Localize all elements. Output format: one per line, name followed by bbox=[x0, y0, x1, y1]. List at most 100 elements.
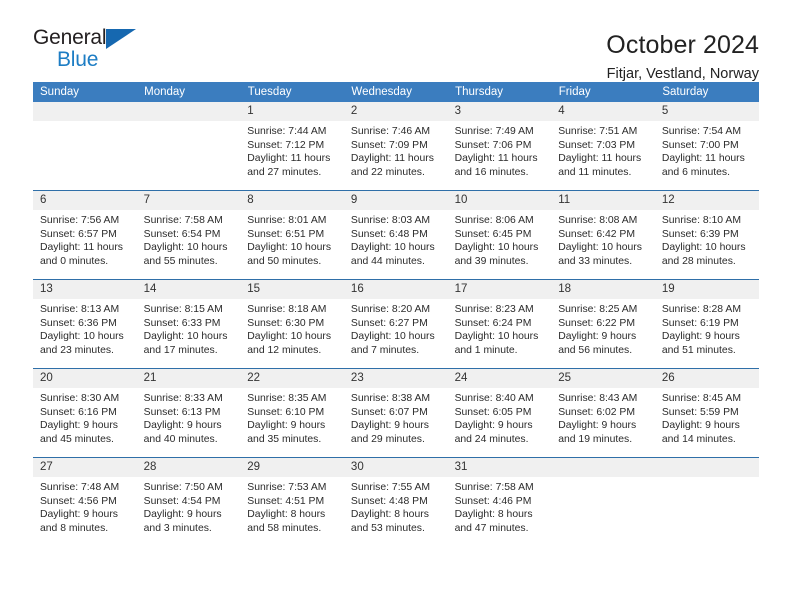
logo[interactable]: General Blue bbox=[33, 27, 153, 74]
day-number: 3 bbox=[447, 102, 552, 121]
daylight-text-line1: Daylight: 9 hours bbox=[143, 420, 222, 432]
sunrise-text: Sunrise: 8:15 AM bbox=[143, 304, 223, 315]
calendar-day-cell[interactable]: 8 Sunrise: 8:01 AM Sunset: 6:51 PM Daylight… bbox=[240, 190, 344, 280]
daylight-text-line2: and 58 minutes. bbox=[247, 522, 322, 534]
daylight-text-line1: Daylight: 9 hours bbox=[454, 420, 533, 432]
calendar-day-cell[interactable]: 24 Sunrise: 8:40 AM Sunset: 6:05 PM Dayligh… bbox=[447, 368, 552, 458]
calendar-day-cell[interactable]: 3 Sunrise: 7:49 AM Sunset: 7:06 PM Daylight… bbox=[447, 102, 552, 191]
day-number: 17 bbox=[447, 280, 552, 299]
daylight-text-line1: Daylight: 10 hours bbox=[454, 242, 539, 254]
page-subtitle: Fitjar, Vestland, Norway bbox=[606, 66, 759, 82]
calendar-day-cell[interactable]: 11 Sunrise: 8:08 AM Sunset: 6:42 PM Dayligh… bbox=[551, 190, 655, 280]
day-number bbox=[654, 458, 759, 477]
day-details: Sunrise: 8:08 AM Sunset: 6:42 PM Daylight:… bbox=[551, 210, 655, 268]
calendar-day-cell[interactable]: 25 Sunrise: 8:43 AM Sunset: 6:02 PM Dayligh… bbox=[551, 368, 655, 458]
day-details: Sunrise: 8:18 AM Sunset: 6:30 PM Daylight:… bbox=[240, 299, 344, 357]
day-number: 27 bbox=[33, 458, 137, 477]
daylight-text-line1: Daylight: 10 hours bbox=[143, 331, 228, 343]
sunset-text: Sunset: 6:39 PM bbox=[661, 228, 739, 240]
daylight-text-line1: Daylight: 8 hours bbox=[247, 509, 326, 521]
weekday-header-thursday: Thursday bbox=[447, 82, 552, 102]
calendar-day-cell[interactable]: 5 Sunrise: 7:54 AM Sunset: 7:00 PM Daylight… bbox=[654, 102, 759, 191]
sunrise-text: Sunrise: 8:23 AM bbox=[454, 304, 534, 315]
calendar-day-cell[interactable]: 17 Sunrise: 8:23 AM Sunset: 6:24 PM Dayligh… bbox=[447, 279, 552, 369]
calendar-header-row: Sunday Monday Tuesday Wednesday Thursday Frid… bbox=[33, 82, 759, 102]
day-number: 30 bbox=[343, 458, 448, 477]
day-number: 9 bbox=[343, 191, 448, 210]
weekday-header-saturday: Saturday bbox=[654, 82, 759, 102]
calendar-day-cell[interactable]: 10 Sunrise: 8:06 AM Sunset: 6:45 PM Dayligh… bbox=[447, 190, 552, 280]
calendar-day-cell[interactable]: 18 Sunrise: 8:25 AM Sunset: 6:22 PM Dayligh… bbox=[551, 279, 655, 369]
day-details: Sunrise: 8:30 AM Sunset: 6:16 PM Daylight:… bbox=[33, 388, 137, 446]
daylight-text-line1: Daylight: 11 hours bbox=[350, 153, 434, 165]
calendar-day-cell[interactable]: 30 Sunrise: 7:55 AM Sunset: 4:48 PM Dayligh… bbox=[343, 457, 448, 546]
day-details: Sunrise: 8:45 AM Sunset: 5:59 PM Daylight:… bbox=[655, 388, 759, 446]
calendar-day-cell[interactable]: 19 Sunrise: 8:28 AM Sunset: 6:19 PM Dayligh… bbox=[654, 279, 759, 369]
calendar-day-cell[interactable]: 31 Sunrise: 7:58 AM Sunset: 4:46 PM Dayligh… bbox=[447, 457, 552, 546]
day-number: 13 bbox=[33, 280, 137, 299]
calendar-day-cell[interactable]: 27 Sunrise: 7:48 AM Sunset: 4:56 PM Dayligh… bbox=[33, 457, 137, 546]
day-number: 2 bbox=[343, 102, 448, 121]
daylight-text-line2: and 3 minutes. bbox=[143, 522, 212, 534]
daylight-text-line2: and 24 minutes. bbox=[454, 433, 529, 445]
calendar-day-cell[interactable]: 20 Sunrise: 8:30 AM Sunset: 6:16 PM Dayligh… bbox=[33, 368, 137, 458]
daylight-text-line2: and 6 minutes. bbox=[661, 166, 731, 178]
daylight-text-line2: and 29 minutes. bbox=[350, 433, 425, 445]
sunset-text: Sunset: 4:51 PM bbox=[247, 495, 325, 507]
calendar-week-row: 6 Sunrise: 7:56 AM Sunset: 6:57 PM Daylight… bbox=[33, 190, 759, 280]
calendar-day-cell[interactable]: 4 Sunrise: 7:51 AM Sunset: 7:03 PM Daylight… bbox=[551, 102, 655, 191]
daylight-text-line2: and 39 minutes. bbox=[454, 255, 529, 267]
sunrise-text: Sunrise: 8:43 AM bbox=[558, 393, 638, 404]
sunset-text: Sunset: 7:03 PM bbox=[558, 139, 636, 151]
calendar-day-cell[interactable]: 6 Sunrise: 7:56 AM Sunset: 6:57 PM Daylight… bbox=[33, 190, 137, 280]
sunrise-text: Sunrise: 8:06 AM bbox=[454, 215, 534, 226]
daylight-text-line2: and 22 minutes. bbox=[350, 166, 425, 178]
calendar-day-cell[interactable]: 28 Sunrise: 7:50 AM Sunset: 4:54 PM Dayligh… bbox=[136, 457, 241, 546]
calendar-day-cell[interactable]: 9 Sunrise: 8:03 AM Sunset: 6:48 PM Daylight… bbox=[343, 190, 448, 280]
day-details: Sunrise: 8:13 AM Sunset: 6:36 PM Daylight:… bbox=[33, 299, 137, 357]
calendar-day-cell[interactable]: 1 Sunrise: 7:44 AM Sunset: 7:12 PM Daylight… bbox=[240, 102, 344, 191]
day-details: Sunrise: 8:20 AM Sunset: 6:27 PM Daylight:… bbox=[344, 299, 448, 357]
day-number: 18 bbox=[551, 280, 655, 299]
calendar-day-cell[interactable]: 29 Sunrise: 7:53 AM Sunset: 4:51 PM Dayligh… bbox=[240, 457, 344, 546]
day-details: Sunrise: 8:43 AM Sunset: 6:02 PM Daylight:… bbox=[551, 388, 655, 446]
sunrise-text: Sunrise: 8:25 AM bbox=[558, 304, 638, 315]
day-number: 15 bbox=[240, 280, 344, 299]
day-number: 11 bbox=[551, 191, 655, 210]
day-number: 19 bbox=[654, 280, 759, 299]
day-details: Sunrise: 8:40 AM Sunset: 6:05 PM Daylight:… bbox=[448, 388, 552, 446]
calendar-day-cell[interactable]: 7 Sunrise: 7:58 AM Sunset: 6:54 PM Daylight… bbox=[136, 190, 241, 280]
day-number: 31 bbox=[447, 458, 552, 477]
daylight-text-line1: Daylight: 10 hours bbox=[143, 242, 228, 254]
calendar-day-cell[interactable]: 2 Sunrise: 7:46 AM Sunset: 7:09 PM Daylight… bbox=[343, 102, 448, 191]
calendar-day-cell[interactable]: 12 Sunrise: 8:10 AM Sunset: 6:39 PM Dayligh… bbox=[654, 190, 759, 280]
daylight-text-line2: and 40 minutes. bbox=[143, 433, 218, 445]
sunrise-text: Sunrise: 7:58 AM bbox=[143, 215, 223, 226]
calendar-week-row: 1 Sunrise: 7:44 AM Sunset: 7:12 PM Daylight… bbox=[33, 102, 759, 191]
daylight-text-line1: Daylight: 10 hours bbox=[40, 331, 124, 343]
calendar-day-cell[interactable]: 16 Sunrise: 8:20 AM Sunset: 6:27 PM Dayligh… bbox=[343, 279, 448, 369]
day-number: 28 bbox=[136, 458, 241, 477]
calendar-day-cell[interactable]: 15 Sunrise: 8:18 AM Sunset: 6:30 PM Dayligh… bbox=[240, 279, 344, 369]
day-number: 25 bbox=[551, 369, 655, 388]
sunset-text: Sunset: 6:45 PM bbox=[454, 228, 532, 240]
day-number bbox=[136, 102, 241, 121]
calendar-day-cell[interactable]: 13 Sunrise: 8:13 AM Sunset: 6:36 PM Dayligh… bbox=[33, 279, 137, 369]
logo-triangle-icon bbox=[106, 29, 136, 49]
sunset-text: Sunset: 7:00 PM bbox=[661, 139, 739, 151]
daylight-text-line2: and 50 minutes. bbox=[247, 255, 322, 267]
calendar-day-cell[interactable]: 21 Sunrise: 8:33 AM Sunset: 6:13 PM Dayligh… bbox=[136, 368, 241, 458]
calendar-day-cell[interactable]: 23 Sunrise: 8:38 AM Sunset: 6:07 PM Dayligh… bbox=[343, 368, 448, 458]
sunrise-text: Sunrise: 8:35 AM bbox=[247, 393, 327, 404]
calendar-day-cell[interactable]: 22 Sunrise: 8:35 AM Sunset: 6:10 PM Dayligh… bbox=[240, 368, 344, 458]
calendar-day-cell[interactable]: 26 Sunrise: 8:45 AM Sunset: 5:59 PM Dayligh… bbox=[654, 368, 759, 458]
sunset-text: Sunset: 6:19 PM bbox=[661, 317, 739, 329]
sunrise-text: Sunrise: 7:53 AM bbox=[247, 482, 327, 493]
sunset-text: Sunset: 6:57 PM bbox=[40, 228, 117, 240]
calendar-day-cell[interactable]: 14 Sunrise: 8:15 AM Sunset: 6:33 PM Dayligh… bbox=[136, 279, 241, 369]
daylight-text-line1: Daylight: 9 hours bbox=[661, 331, 740, 343]
daylight-text-line2: and 28 minutes. bbox=[661, 255, 736, 267]
sunset-text: Sunset: 5:59 PM bbox=[661, 406, 739, 418]
calendar-day-cell-empty bbox=[33, 102, 137, 191]
sunset-text: Sunset: 6:27 PM bbox=[350, 317, 428, 329]
